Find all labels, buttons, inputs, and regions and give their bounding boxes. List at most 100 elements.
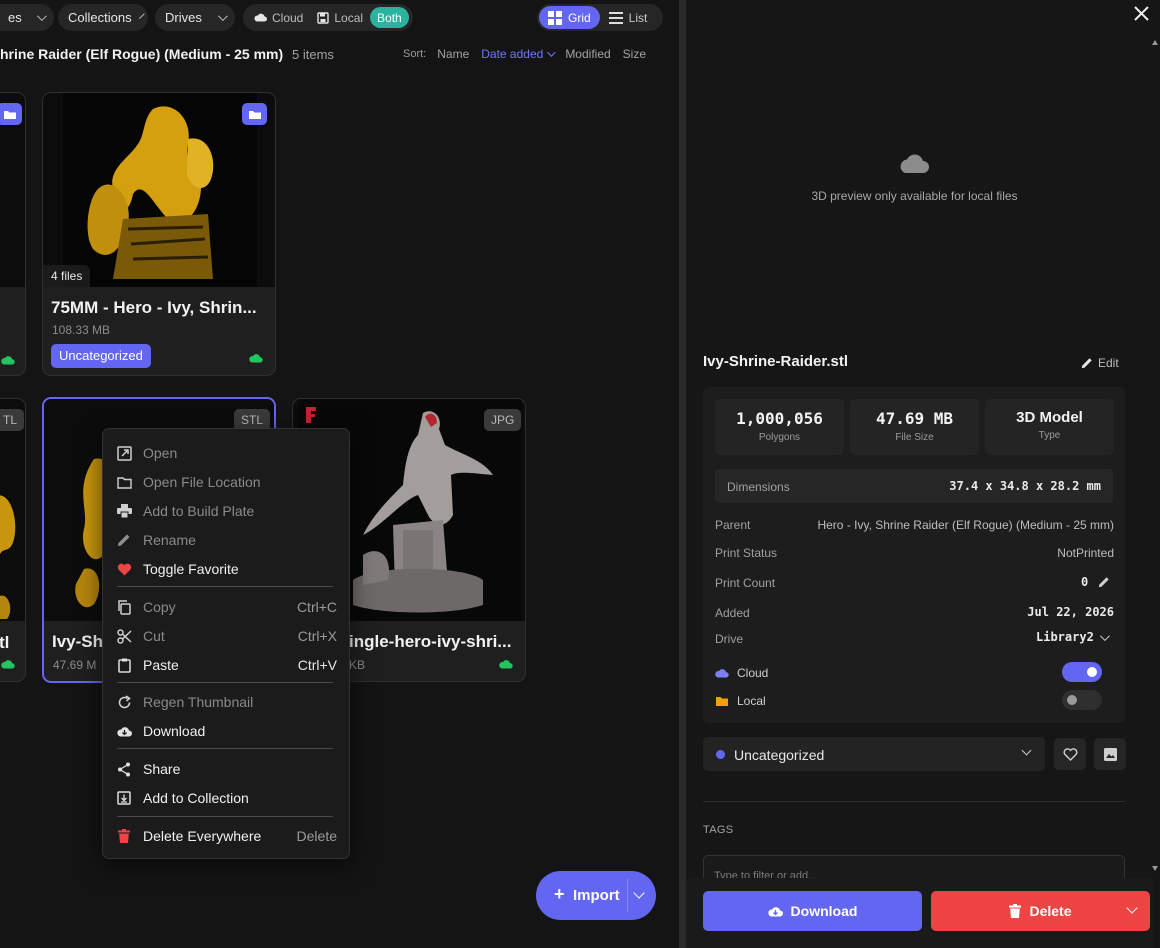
local-label: Local — [737, 694, 766, 708]
sort-size[interactable]: Size — [623, 47, 646, 61]
category-select[interactable]: Uncategorized — [703, 737, 1045, 771]
menu-item-label: Paste — [143, 657, 179, 673]
folder-title: hrine Raider (Elf Rogue) (Medium - 25 mm… — [0, 46, 284, 62]
add-to-collection-icon — [116, 790, 132, 806]
chevron-down-icon — [547, 48, 556, 57]
sort-name[interactable]: Name — [437, 47, 469, 61]
filter-dropdown[interactable]: es — [0, 4, 54, 31]
menu-item-open[interactable]: Open — [103, 440, 349, 466]
menu-divider — [117, 682, 333, 683]
source-both[interactable]: Both — [370, 7, 409, 28]
view-grid-label: Grid — [568, 10, 591, 25]
context-menu: Open Open File Location Add to Build Pla… — [102, 428, 350, 859]
menu-item-delete-everywhere[interactable]: Delete Everywhere Delete — [103, 823, 349, 849]
added-label: Added — [715, 606, 750, 620]
stat-value: 47.69 MB — [875, 409, 954, 428]
chevron-down-icon[interactable] — [1126, 902, 1138, 914]
card-thumbnail — [0, 399, 25, 621]
menu-item-download[interactable]: Download — [103, 718, 349, 744]
menu-item-paste[interactable]: Paste Ctrl+V — [103, 652, 349, 678]
menu-item-label: Regen Thumbnail — [143, 694, 254, 710]
toggle-knob — [1087, 667, 1097, 677]
menu-item-open-file-location[interactable]: Open File Location — [103, 469, 349, 495]
scroll-up-arrow[interactable] — [1152, 40, 1158, 45]
category-tag[interactable]: Uncategorized — [51, 344, 151, 368]
print-count-label: Print Count — [715, 576, 776, 590]
parent-label: Parent — [715, 518, 751, 532]
menu-item-label: Add to Collection — [143, 790, 249, 806]
menu-item-rename[interactable]: Rename — [103, 527, 349, 553]
menu-item-add-to-collection[interactable]: Add to Collection — [103, 785, 349, 811]
pencil-icon — [1081, 358, 1092, 369]
scroll-down-arrow[interactable] — [1152, 866, 1158, 871]
view-grid-button[interactable]: Grid — [539, 6, 600, 29]
set-thumbnail-button[interactable] — [1094, 738, 1126, 770]
panel-resize-handle[interactable] — [679, 0, 686, 948]
menu-item-shortcut: Ctrl+C — [296, 599, 337, 615]
category-dot — [716, 750, 725, 759]
menu-item-label: Rename — [143, 532, 196, 548]
tags-input[interactable]: Type to filter or add... — [703, 855, 1125, 880]
download-button[interactable]: Download — [703, 891, 922, 931]
menu-item-label: Cut — [143, 628, 165, 644]
panel-scrollbar[interactable] — [1152, 40, 1158, 871]
menu-item-cut[interactable]: Cut Ctrl+X — [103, 623, 349, 649]
sort-date-added[interactable]: Date added — [481, 47, 556, 61]
collections-dropdown[interactable]: Collections — [58, 4, 148, 31]
close-icon[interactable] — [1134, 6, 1149, 21]
view-list-button[interactable]: List — [600, 6, 657, 29]
heart-outline-icon — [1063, 747, 1077, 761]
filter-dropdown-label: es — [8, 10, 22, 25]
source-cloud-label: Cloud — [272, 10, 304, 25]
drive-select[interactable]: Library2 — [1036, 630, 1110, 644]
cloud-check-icon — [1, 660, 15, 669]
favorite-button[interactable] — [1054, 738, 1086, 770]
card-thumbnail — [43, 93, 275, 287]
parent-value[interactable]: Hero - Ivy, Shrine Raider (Elf Rogue) (M… — [817, 518, 1114, 532]
edit-button[interactable]: Edit — [1081, 356, 1119, 370]
dimensions-value: 37.4 x 34.8 x 28.2 mm — [949, 479, 1101, 493]
fab-divider — [627, 879, 628, 912]
menu-item-toggle-favorite[interactable]: Toggle Favorite — [103, 556, 349, 582]
menu-item-add-to-build-plate[interactable]: Add to Build Plate — [103, 498, 349, 524]
edit-label: Edit — [1098, 356, 1119, 370]
folder-card[interactable]: 4 files 75MM - Hero - Ivy, Shrin... 108.… — [42, 92, 276, 376]
source-local[interactable]: Local — [310, 7, 370, 28]
stat-type: 3D Model Type — [985, 399, 1114, 455]
chevron-down-icon — [1021, 745, 1032, 756]
menu-divider — [117, 586, 333, 587]
menu-item-share[interactable]: Share — [103, 756, 349, 782]
folder-icon — [716, 696, 728, 706]
local-toggle[interactable] — [1062, 690, 1102, 710]
menu-item-copy[interactable]: Copy Ctrl+C — [103, 594, 349, 620]
pencil-icon[interactable] — [1098, 576, 1110, 588]
open-external-icon — [116, 445, 132, 461]
source-toggle: Cloud Local Both — [243, 4, 413, 31]
item-count: 5 items — [292, 47, 334, 62]
cloud-toggle[interactable] — [1062, 662, 1102, 682]
download-label: Download — [790, 903, 858, 919]
menu-item-label: Open — [143, 445, 178, 461]
cloud-row: Cloud — [715, 666, 768, 680]
menu-item-label: Download — [143, 723, 206, 739]
drives-dropdown[interactable]: Drives — [155, 4, 235, 31]
menu-item-shortcut: Ctrl+V — [297, 657, 337, 673]
menu-item-label: Delete Everywhere — [143, 828, 262, 844]
delete-button[interactable]: Delete — [931, 891, 1150, 931]
cloud-icon — [715, 669, 729, 678]
menu-item-label: Add to Build Plate — [143, 503, 255, 519]
sort-modified[interactable]: Modified — [565, 47, 610, 61]
menu-item-regen-thumbnail[interactable]: Regen Thumbnail — [103, 689, 349, 715]
chevron-down-icon[interactable] — [633, 887, 645, 899]
card-partial-bottom[interactable]: TL tl — [0, 398, 26, 682]
print-count-value: 0 — [1081, 575, 1089, 589]
import-button[interactable]: + Import — [536, 871, 656, 920]
sort-date-added-label: Date added — [481, 47, 544, 61]
copy-icon — [116, 599, 132, 615]
source-cloud[interactable]: Cloud — [247, 7, 310, 28]
trash-icon — [116, 828, 132, 844]
stat-file-size: 47.69 MB File Size — [850, 399, 979, 455]
cloud-label: Cloud — [737, 666, 769, 680]
card-partial-top[interactable] — [0, 92, 26, 376]
chevron-down-icon — [138, 13, 145, 19]
